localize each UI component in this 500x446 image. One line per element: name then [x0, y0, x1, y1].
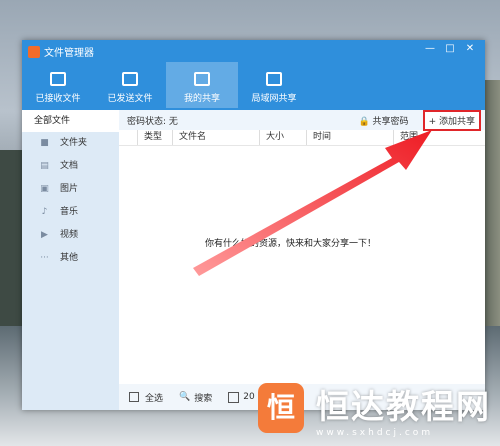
- sidebar-item-label: 其他: [60, 253, 79, 263]
- sidebar-item-other[interactable]: ··· 其他: [22, 247, 119, 270]
- col-spacer: [119, 130, 137, 145]
- watermark-logo-icon: 恒: [258, 383, 304, 433]
- search-label[interactable]: 搜索: [194, 391, 212, 404]
- col-time[interactable]: 时间: [306, 130, 393, 145]
- sidebar-item-label: 文件夹: [60, 138, 88, 148]
- lan-share-icon: [266, 72, 282, 86]
- tab-lan-share[interactable]: 局域网共享: [238, 62, 310, 108]
- sidebar-item-all-files[interactable]: 全部文件: [22, 110, 119, 132]
- sidebar-item-video[interactable]: ▶ 视频: [22, 224, 119, 247]
- col-type[interactable]: 类型: [137, 130, 172, 145]
- col-size[interactable]: 大小: [259, 130, 306, 145]
- window-title: 文件管理器: [44, 48, 94, 59]
- tab-label: 我的共享: [183, 94, 220, 104]
- plus-icon: +: [428, 116, 437, 127]
- select-all-label: 全选: [145, 393, 164, 404]
- sidebar-item-label: 文档: [60, 161, 79, 171]
- empty-state-message: 你有什么好的资源，快来和大家分享一下！: [205, 239, 377, 249]
- date-text: 20: [243, 392, 255, 402]
- sidebar-item-folder[interactable]: ■ 文件夹: [22, 132, 119, 155]
- video-icon: ▶: [41, 230, 48, 240]
- watermark-brand: 恒达教程网: [316, 387, 491, 426]
- maximize-button[interactable]: □: [441, 42, 459, 56]
- tab-label: 已发送文件: [107, 94, 153, 104]
- tab-received-files[interactable]: 已接收文件: [22, 62, 94, 108]
- background-rock-left: [0, 150, 22, 330]
- file-manager-window: 文件管理器 — □ ✕ 已接收文件 已发送文件 我的共享 局域网共享 全部文件 …: [22, 40, 485, 410]
- minimize-button[interactable]: —: [421, 42, 439, 56]
- image-icon: ▣: [40, 184, 49, 194]
- close-button[interactable]: ✕: [461, 42, 479, 56]
- lock-icon: 🔒: [358, 116, 370, 127]
- sidebar-item-music[interactable]: ♪ 音乐: [22, 201, 119, 224]
- document-icon: ▤: [40, 161, 49, 171]
- share-password-button[interactable]: 🔒 共享密码: [358, 114, 408, 127]
- folder-icon: ■: [40, 138, 49, 148]
- share-header: 密码状态: 无 🔒 共享密码 + 添加共享: [119, 109, 485, 131]
- sidebar-item-label: 视频: [60, 230, 79, 240]
- col-scope[interactable]: 范围: [393, 130, 440, 145]
- received-files-icon: [50, 72, 66, 86]
- col-filename[interactable]: 文件名: [172, 130, 259, 145]
- app-logo-icon: [28, 46, 40, 58]
- tab-label: 局域网共享: [251, 94, 297, 104]
- sidebar-item-label: 音乐: [60, 207, 79, 217]
- watermark-url: www.sxhdcj.com: [316, 428, 434, 438]
- main-panel: 密码状态: 无 🔒 共享密码 + 添加共享 类型 文件名 大小 时间 范围 你有…: [119, 109, 485, 410]
- sent-files-icon: [122, 72, 138, 86]
- tab-my-share[interactable]: 我的共享: [166, 62, 238, 108]
- more-icon: ···: [40, 253, 49, 263]
- my-share-icon: [194, 72, 210, 86]
- toolbar: 已接收文件 已发送文件 我的共享 局域网共享: [22, 62, 310, 108]
- add-share-label: 添加共享: [438, 116, 475, 127]
- tab-sent-files[interactable]: 已发送文件: [94, 62, 166, 108]
- calendar-icon[interactable]: [228, 391, 240, 403]
- title-bar: 文件管理器 — □ ✕ 已接收文件 已发送文件 我的共享 局域网共享: [22, 40, 485, 110]
- select-all-checkbox[interactable]: [129, 392, 139, 402]
- table-header: 类型 文件名 大小 时间 范围: [119, 130, 485, 146]
- password-status: 密码状态: 无: [127, 116, 178, 127]
- sidebar-item-document[interactable]: ▤ 文档: [22, 155, 119, 178]
- search-icon[interactable]: 🔍: [179, 392, 190, 402]
- music-icon: ♪: [41, 207, 48, 217]
- sidebar-item-image[interactable]: ▣ 图片: [22, 178, 119, 201]
- sidebar-item-label: 图片: [60, 184, 79, 194]
- share-password-label: 共享密码: [372, 116, 409, 127]
- sidebar: 全部文件 ■ 文件夹 ▤ 文档 ▣ 图片 ♪ 音乐 ▶ 视频 ··· 其他: [22, 110, 119, 410]
- window-controls: — □ ✕: [421, 42, 479, 56]
- add-share-button[interactable]: + 添加共享: [422, 109, 481, 131]
- tab-label: 已接收文件: [35, 94, 81, 104]
